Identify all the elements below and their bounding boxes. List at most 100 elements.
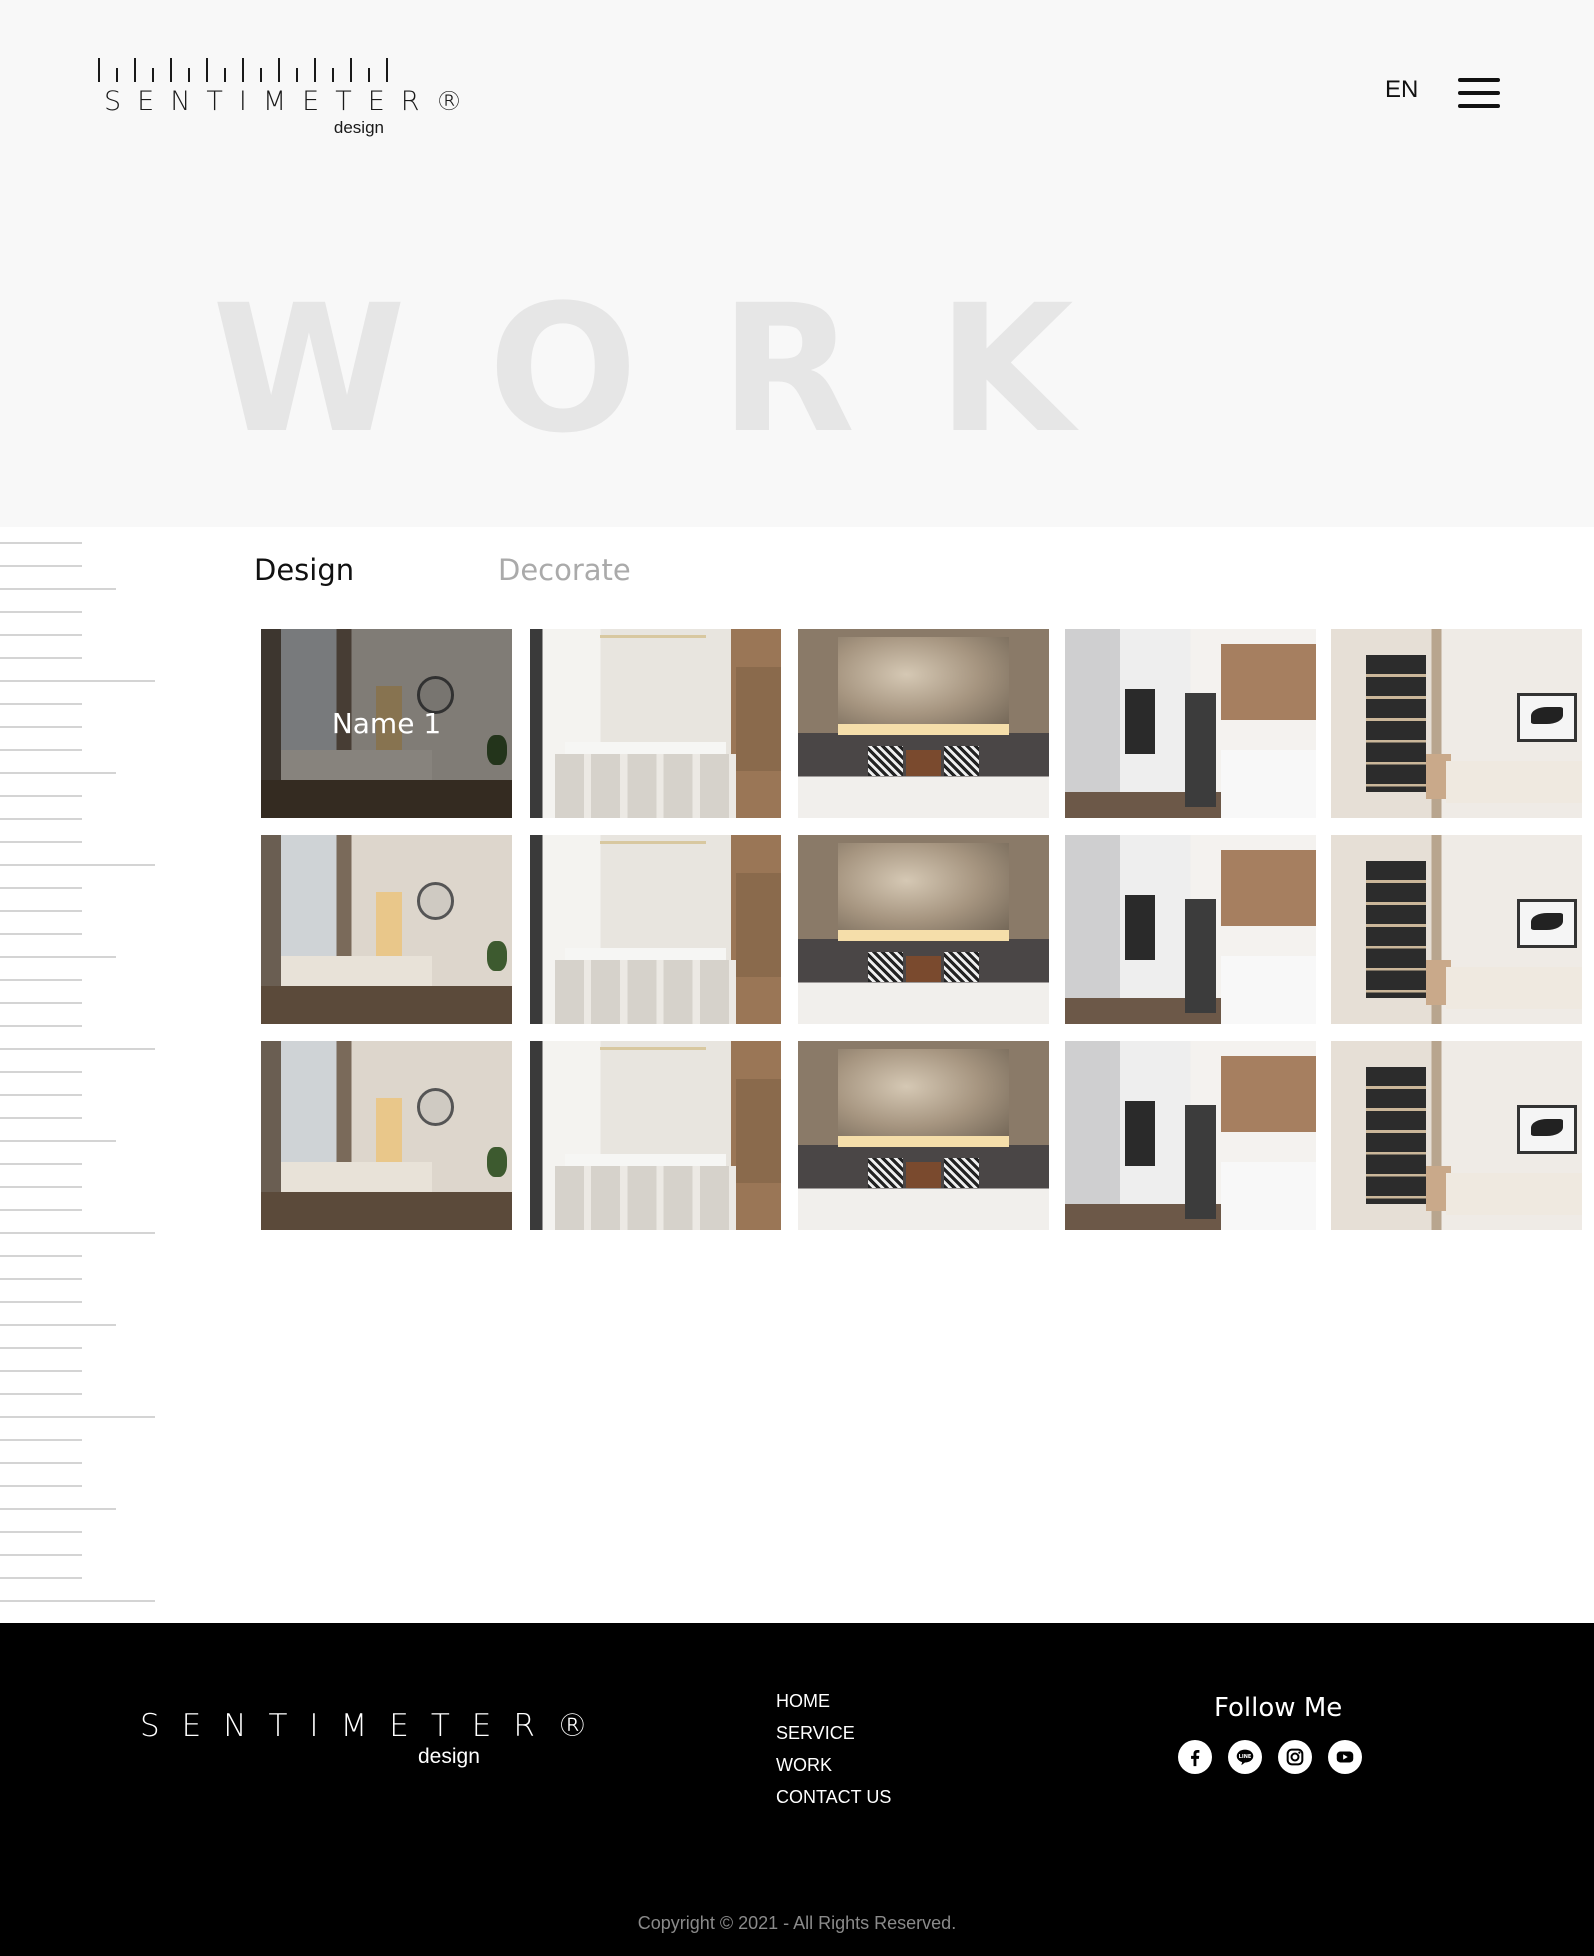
ruler-tick (134, 58, 136, 82)
ruler-line (0, 565, 82, 567)
ruler-tick (170, 58, 172, 82)
footer-link-work[interactable]: WORK (776, 1749, 891, 1781)
ruler-tick (386, 58, 388, 82)
tab-decorate[interactable]: Decorate (498, 553, 631, 587)
facebook-icon[interactable] (1178, 1740, 1212, 1774)
project-tile[interactable] (798, 835, 1049, 1024)
project-tile[interactable] (798, 629, 1049, 818)
instagram-icon[interactable] (1278, 1740, 1312, 1774)
project-thumbnail (1331, 835, 1582, 1024)
ruler-line (0, 956, 116, 958)
ruler-line (0, 1370, 82, 1372)
line-icon[interactable]: LINE (1228, 1740, 1262, 1774)
project-tile[interactable] (530, 835, 781, 1024)
project-thumbnail (798, 1041, 1049, 1230)
project-thumbnail (798, 835, 1049, 1024)
ruler-tick (242, 58, 244, 82)
follow-heading: Follow Me (1214, 1693, 1343, 1723)
ruler-line (0, 1416, 155, 1418)
footer-link-service[interactable]: SERVICE (776, 1717, 891, 1749)
site-logo[interactable]: SENTIMETER® design (98, 56, 463, 140)
ruler-line (0, 1163, 82, 1165)
ruler-line (0, 703, 82, 705)
ruler-line (0, 795, 82, 797)
ruler-line (0, 1048, 155, 1050)
ruler-line (0, 1301, 82, 1303)
project-tile[interactable] (261, 835, 512, 1024)
ruler-line (0, 1025, 82, 1027)
logo-subtitle: design (333, 118, 384, 137)
ruler-line (0, 1439, 82, 1441)
footer-logo-subtitle: design (418, 1745, 480, 1768)
project-tile[interactable] (798, 1041, 1049, 1230)
ruler-line (0, 611, 82, 613)
project-thumbnail (1065, 629, 1316, 818)
ruler-line (0, 1209, 82, 1211)
ruler-logo-mark (98, 56, 392, 82)
ruler-tick (224, 68, 226, 82)
project-thumbnail (530, 835, 781, 1024)
project-thumbnail (530, 1041, 781, 1230)
ruler-line (0, 864, 155, 866)
ruler-line (0, 887, 82, 889)
project-tile[interactable] (530, 629, 781, 818)
footer-link-home[interactable]: HOME (776, 1685, 891, 1717)
menu-icon[interactable] (1458, 78, 1500, 108)
page-title: WORK (212, 267, 1156, 472)
ruler-tick (314, 58, 316, 82)
footer-nav: HOME SERVICE WORK CONTACT US (776, 1685, 891, 1813)
copyright-text: Copyright © 2021 - All Rights Reserved. (637, 1913, 957, 1933)
footer-link-contact-us[interactable]: CONTACT US (776, 1781, 891, 1813)
svg-text:LINE: LINE (1239, 1754, 1252, 1760)
ruler-tick (98, 58, 100, 82)
ruler-line (0, 1393, 82, 1395)
project-tile[interactable] (1065, 629, 1316, 818)
ruler-line (0, 1531, 82, 1533)
tab-design[interactable]: Design (254, 553, 354, 587)
project-tile[interactable] (261, 1041, 512, 1230)
ruler-tick (350, 58, 352, 82)
project-tile[interactable] (530, 1041, 781, 1230)
logo-wordmark: SENTIMETER® (104, 86, 479, 117)
project-tile[interactable] (1065, 835, 1316, 1024)
youtube-icon[interactable] (1328, 1740, 1362, 1774)
ruler-line (0, 1071, 82, 1073)
ruler-line (0, 1347, 82, 1349)
tile-hover-overlay: Name 1 (261, 629, 512, 818)
project-thumbnail (1065, 835, 1316, 1024)
project-tile[interactable]: Name 1 (261, 629, 512, 818)
project-thumbnail (1065, 1041, 1316, 1230)
ruler-tick (116, 68, 118, 82)
language-switch[interactable]: EN (1385, 76, 1418, 104)
ruler-tick (188, 68, 190, 82)
project-name: Name 1 (331, 707, 442, 740)
project-thumbnail (798, 629, 1049, 818)
ruler-line (0, 1002, 82, 1004)
footer-logo-wordmark[interactable]: SENTIMETER® (140, 1708, 610, 1744)
ruler-line (0, 1485, 82, 1487)
project-tile[interactable] (1331, 835, 1582, 1024)
ruler-line (0, 749, 82, 751)
project-tile[interactable] (1331, 629, 1582, 818)
project-thumbnail (1331, 1041, 1582, 1230)
ruler-tick (332, 68, 334, 82)
ruler-line (0, 680, 155, 682)
project-thumbnail (261, 835, 512, 1024)
project-thumbnail (261, 1041, 512, 1230)
ruler-tick (152, 68, 154, 82)
ruler-line (0, 1117, 82, 1119)
ruler-tick (278, 58, 280, 82)
ruler-line (0, 1186, 82, 1188)
project-tile[interactable] (1331, 1041, 1582, 1230)
ruler-line (0, 910, 82, 912)
ruler-tick (296, 68, 298, 82)
ruler-line (0, 1324, 116, 1326)
project-tile[interactable] (1065, 1041, 1316, 1230)
ruler-line (0, 818, 82, 820)
ruler-line (0, 1094, 82, 1096)
ruler-tick (368, 68, 370, 82)
decorative-ruler-lines (0, 527, 160, 1623)
ruler-line (0, 542, 82, 544)
ruler-tick (206, 58, 208, 82)
ruler-line (0, 1600, 155, 1602)
